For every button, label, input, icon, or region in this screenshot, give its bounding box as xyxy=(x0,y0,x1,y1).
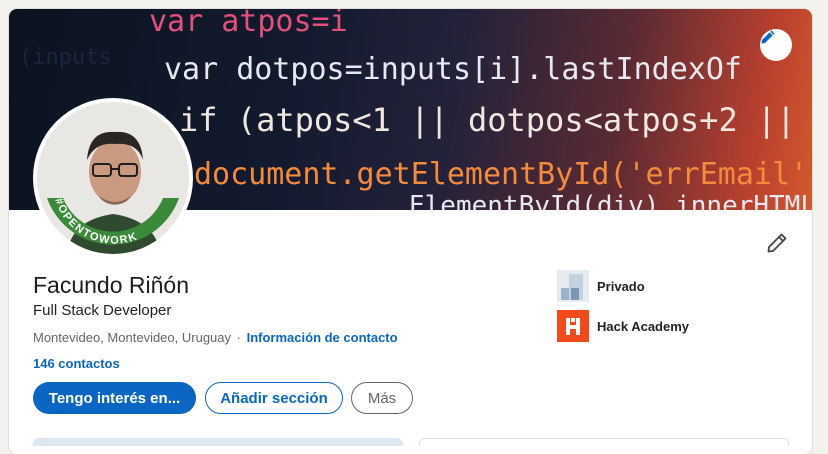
code-line-2: var dotpos=inputs[i].lastIndexOf xyxy=(164,52,742,87)
code-bg-line: (inputs xyxy=(19,45,112,70)
secondary-card xyxy=(419,438,789,446)
hack-academy-logo xyxy=(557,310,589,342)
location-separator: · xyxy=(236,330,241,345)
profile-headline: Full Stack Developer xyxy=(33,302,172,319)
avatar[interactable]: #OPENTOWORK xyxy=(37,102,189,254)
code-line-4: document.getElementById('errEmail'); xyxy=(194,157,812,192)
code-line-1: var atpos=i xyxy=(149,9,348,39)
profile-name: Facundo Riñón xyxy=(33,272,189,298)
private-company-logo xyxy=(557,270,589,302)
experience-item-hack-academy[interactable]: Hack Academy xyxy=(557,310,689,342)
experience-name: Privado xyxy=(597,278,645,294)
code-line-5: ElementById(div).innerHTML xyxy=(409,191,812,210)
location-row: Montevideo, Montevideo, Uruguay · Inform… xyxy=(33,330,398,345)
pencil-icon xyxy=(761,30,775,44)
edit-intro-button[interactable] xyxy=(763,229,791,257)
more-button[interactable]: Más xyxy=(351,382,413,414)
profile-location: Montevideo, Montevideo, Uruguay xyxy=(33,330,232,345)
contact-info-link[interactable]: Información de contacto xyxy=(247,330,398,345)
connections-link[interactable]: 146 contactos xyxy=(33,356,120,371)
open-to-work-card xyxy=(33,438,403,446)
add-section-button[interactable]: Añadir sección xyxy=(205,382,343,414)
avatar-frame: #OPENTOWORK xyxy=(33,98,193,258)
open-to-button[interactable]: Tengo interés en... xyxy=(33,382,196,414)
profile-photo: #OPENTOWORK xyxy=(37,102,189,254)
edit-banner-button[interactable] xyxy=(760,29,792,61)
experience-name: Hack Academy xyxy=(597,318,690,334)
pencil-icon xyxy=(767,233,787,253)
experience-item-privado[interactable]: Privado xyxy=(557,270,645,302)
profile-card: var atpos=i var dotpos=inputs[i].lastInd… xyxy=(9,9,812,454)
code-line-3: if (atpos<1 || dotpos<atpos+2 || xyxy=(179,101,796,139)
